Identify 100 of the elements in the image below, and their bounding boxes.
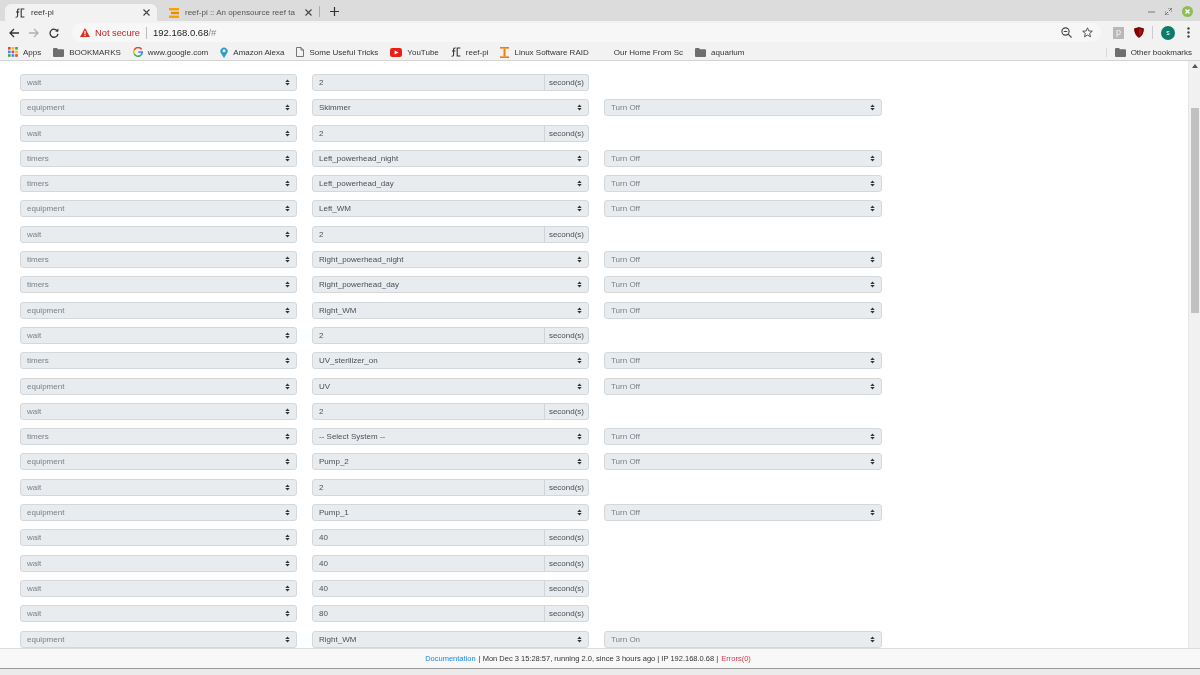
target-select[interactable]: Right_WM xyxy=(312,630,589,648)
bookmark-item[interactable]: Apps xyxy=(8,47,42,57)
action-select[interactable]: Turn Off xyxy=(604,504,882,522)
duration-field[interactable]: 2 xyxy=(312,74,545,91)
address-bar[interactable]: Not secure 192.168.0.68/# xyxy=(72,23,1101,42)
unit-label: second(s) xyxy=(543,529,589,547)
browser-tab[interactable]: reef-pi xyxy=(5,4,157,21)
step-type-select[interactable]: equipment xyxy=(20,630,297,648)
shield-icon[interactable] xyxy=(1134,27,1144,38)
step-type-select[interactable]: equipment xyxy=(20,377,297,395)
zoom-out-icon[interactable] xyxy=(1061,27,1072,38)
scrollbar-track[interactable] xyxy=(1188,61,1200,648)
target-select[interactable]: UV xyxy=(312,377,589,395)
star-icon[interactable] xyxy=(1082,27,1093,38)
action-select[interactable]: Turn Off xyxy=(604,428,882,446)
scroll-up-arrow-icon[interactable] xyxy=(1191,64,1198,68)
bookmark-label: Amazon Alexa xyxy=(233,47,285,57)
target-select[interactable]: Right_WM xyxy=(312,301,589,319)
bookmark-item[interactable]: reef-pi xyxy=(450,47,489,57)
document-icon xyxy=(296,47,305,57)
step-type-select[interactable]: timers xyxy=(20,175,297,193)
menu-icon[interactable] xyxy=(1187,27,1190,38)
target-select[interactable]: Left_powerhead_night xyxy=(312,149,589,167)
tab-title: reef-pi xyxy=(31,8,55,17)
up-down-caret-icon xyxy=(285,154,290,162)
step-type-select[interactable]: equipment xyxy=(20,504,297,522)
duration-field[interactable]: 2 xyxy=(312,225,545,243)
action-select[interactable]: Turn Off xyxy=(604,453,882,471)
action-select[interactable]: Turn Off xyxy=(604,377,882,395)
up-down-caret-icon xyxy=(577,281,582,289)
up-down-caret-icon xyxy=(285,584,290,592)
action-select[interactable]: Turn Off xyxy=(604,301,882,319)
up-down-caret-icon xyxy=(285,483,290,491)
step-type-select[interactable]: timers xyxy=(20,276,297,294)
duration-field[interactable]: 40 xyxy=(312,579,545,597)
bookmark-label: reef-pi xyxy=(465,47,489,57)
g-logo-icon xyxy=(132,47,143,57)
up-down-caret-icon xyxy=(577,306,582,314)
up-down-caret-icon xyxy=(577,433,582,441)
action-select[interactable]: Turn Off xyxy=(604,175,882,193)
step-type-select[interactable]: timers xyxy=(20,428,297,446)
step-type-select[interactable]: wait xyxy=(20,605,297,623)
close-icon[interactable] xyxy=(143,9,150,16)
bookmark-item[interactable]: Other bookmarks xyxy=(1105,47,1192,57)
step-type-select[interactable]: wait xyxy=(20,124,297,142)
step-type-select[interactable]: timers xyxy=(20,149,297,167)
bookmark-item[interactable]: Linux Software RAID xyxy=(500,46,589,58)
target-select[interactable]: Skimmer xyxy=(312,99,589,117)
duration-field[interactable]: 80 xyxy=(312,605,545,623)
target-select[interactable]: Pump_2 xyxy=(312,453,589,471)
step-type-select[interactable]: wait xyxy=(20,402,297,420)
step-type-select[interactable]: wait xyxy=(20,529,297,547)
step-type-select[interactable]: equipment xyxy=(20,453,297,471)
target-select[interactable]: UV_sterilizer_on xyxy=(312,352,589,370)
stacked-bars-icon xyxy=(169,7,179,18)
up-down-caret-icon xyxy=(285,79,290,86)
target-select[interactable]: Pump_1 xyxy=(312,504,589,522)
up-down-caret-icon xyxy=(285,357,290,365)
duration-field[interactable]: 40 xyxy=(312,554,545,572)
target-select[interactable]: Right_powerhead_day xyxy=(312,276,589,294)
duration-field[interactable]: 2 xyxy=(312,326,545,344)
action-select[interactable]: Turn Off xyxy=(604,276,882,294)
action-select[interactable]: Turn Off xyxy=(604,251,882,269)
step-type-select[interactable]: wait xyxy=(20,579,297,597)
step-type-select[interactable]: equipment xyxy=(20,200,297,218)
scrollbar-thumb[interactable] xyxy=(1190,108,1199,313)
bookmark-item[interactable]: Our Home From Sc xyxy=(600,47,684,57)
step-type-select[interactable]: wait xyxy=(20,74,297,91)
bookmark-item[interactable]: YouTube xyxy=(390,47,439,57)
duration-field[interactable]: 2 xyxy=(312,478,545,496)
step-type-select[interactable]: wait xyxy=(20,554,297,572)
action-select[interactable]: Turn On xyxy=(604,630,882,648)
close-icon[interactable] xyxy=(305,9,312,16)
restore-icon[interactable] xyxy=(1165,7,1172,15)
action-select[interactable]: Turn Off xyxy=(604,200,882,218)
duration-field[interactable]: 2 xyxy=(312,124,545,142)
target-select[interactable]: Left_WM xyxy=(312,200,589,218)
up-down-caret-icon xyxy=(285,610,290,618)
bookmark-item[interactable]: aquarium xyxy=(695,47,745,57)
target-select[interactable]: -- Select System -- xyxy=(312,428,589,446)
step-type-select[interactable]: timers xyxy=(20,352,297,370)
bookmark-item[interactable]: Amazon Alexa xyxy=(220,46,285,58)
action-select[interactable]: Turn Off xyxy=(604,352,882,370)
step-type-select[interactable]: wait xyxy=(20,225,297,243)
target-select[interactable]: Left_powerhead_day xyxy=(312,175,589,193)
duration-field[interactable]: 2 xyxy=(312,402,545,420)
duration-field[interactable]: 40 xyxy=(312,529,545,547)
bookmark-item[interactable]: www.google.com xyxy=(132,47,209,57)
target-select[interactable]: Right_powerhead_night xyxy=(312,251,589,269)
step-type-select[interactable]: equipment xyxy=(20,99,297,117)
bookmark-item[interactable]: Some Useful Tricks xyxy=(296,47,379,57)
browser-tab[interactable]: reef-pi :: An opensource reef ta xyxy=(159,4,319,21)
step-type-select[interactable]: timers xyxy=(20,251,297,269)
step-type-select[interactable]: wait xyxy=(20,478,297,496)
step-type-select[interactable]: wait xyxy=(20,326,297,344)
action-select[interactable]: Turn Off xyxy=(604,149,882,167)
bookmark-item[interactable]: BOOKMARKS xyxy=(53,47,121,57)
bookmark-label: Other bookmarks xyxy=(1130,47,1192,57)
action-select[interactable]: Turn Off xyxy=(604,99,882,117)
step-type-select[interactable]: equipment xyxy=(20,301,297,319)
